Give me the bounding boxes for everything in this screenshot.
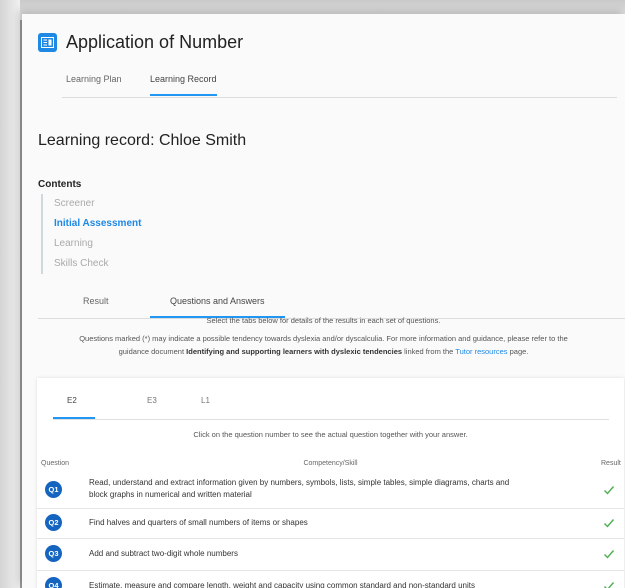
contents-item-screener[interactable]: Screener (54, 194, 174, 214)
table-row: Q4 Estimate, measure and compare length,… (37, 570, 624, 588)
check-icon (604, 582, 615, 588)
question-number-button[interactable]: Q4 (45, 577, 62, 588)
table-row: Q1 Read, understand and extract informat… (37, 472, 624, 509)
header-competency-skill: Competency/Skill (303, 460, 358, 467)
info-text-dyslexia: Questions marked (*) may indicate a poss… (79, 334, 568, 343)
info-text-tabs: Select the tabs below for details of the… (206, 316, 441, 325)
tab-level-e2[interactable]: E2 (53, 396, 95, 419)
table-row: Q3 Add and subtract two-digit whole numb… (37, 538, 624, 571)
competency-skill-text: Add and subtract two-digit whole numbers (89, 549, 238, 558)
tab-level-l1[interactable]: L1 (201, 396, 210, 405)
app-title: Application of Number (66, 32, 244, 52)
contents-heading: Contents (38, 179, 82, 190)
check-icon (604, 486, 615, 495)
question-number-button[interactable]: Q3 (45, 545, 62, 562)
info-text-guidance: guidance document Identifying and suppor… (22, 345, 625, 358)
header-result: Result (601, 460, 621, 467)
question-number-button[interactable]: Q2 (45, 514, 62, 531)
document-icon (38, 33, 57, 52)
guidance-prefix: guidance document (118, 347, 187, 356)
main-tabs: Learning Plan Learning Record (62, 74, 617, 98)
tab-result[interactable]: Result (83, 296, 109, 306)
competency-skill-text: Read, understand and extract information… (89, 478, 510, 499)
contents-item-skills-check[interactable]: Skills Check (54, 254, 174, 274)
guidance-middle: linked from the (402, 347, 456, 356)
contents-item-initial-assessment[interactable]: Initial Assessment (54, 214, 174, 234)
check-icon (604, 550, 615, 559)
tutor-resources-link[interactable]: Tutor resources (455, 347, 507, 356)
tab-learning-record[interactable]: Learning Record (150, 74, 217, 96)
question-number-button[interactable]: Q1 (45, 481, 62, 498)
question-hint: Click on the question number to see the … (193, 430, 468, 439)
window-shadow-left (0, 0, 20, 588)
tab-level-e3[interactable]: E3 (147, 396, 157, 405)
competency-skill-text: Estimate, measure and compare length, we… (89, 581, 475, 588)
guidance-document-title: Identifying and supporting learners with… (186, 347, 403, 356)
questions-card: E2 E3 L1 Click on the question number to… (37, 378, 624, 588)
app-header: Application of Number (38, 32, 243, 53)
check-icon (604, 519, 615, 528)
contents-item-learning[interactable]: Learning (54, 234, 174, 254)
guidance-suffix: page. (507, 347, 529, 356)
table-row: Q2 Find halves and quarters of small num… (37, 508, 624, 539)
main-panel: Application of Number Learning Plan Lear… (22, 14, 625, 588)
level-tabs: E2 E3 L1 (53, 396, 609, 420)
competency-skill-text: Find halves and quarters of small number… (89, 518, 308, 527)
page-title: Learning record: Chloe Smith (38, 132, 247, 149)
contents-nav: Screener Initial Assessment Learning Ski… (41, 194, 174, 274)
tab-learning-plan[interactable]: Learning Plan (66, 74, 122, 84)
